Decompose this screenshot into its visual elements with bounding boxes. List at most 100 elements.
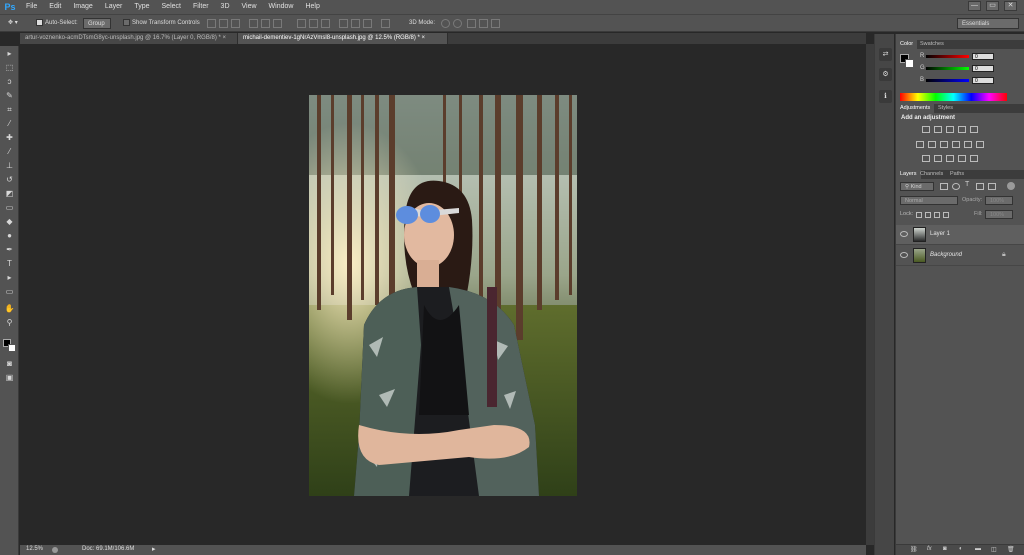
menu-help[interactable]: Help: [299, 0, 325, 14]
move-tool-icon[interactable]: ▸: [4, 49, 15, 59]
lasso-tool-icon[interactable]: ↄ: [4, 77, 15, 87]
black-white-icon[interactable]: [940, 141, 948, 148]
layer-filter-kind-dropdown[interactable]: ⚲ Kind: [900, 182, 934, 191]
screen-mode-icon[interactable]: ▣: [4, 373, 15, 383]
exposure-icon[interactable]: [958, 126, 966, 133]
green-slider[interactable]: [926, 67, 969, 70]
invert-icon[interactable]: [922, 155, 930, 162]
quick-select-tool-icon[interactable]: ✎: [4, 91, 15, 101]
filter-adjustment-icon[interactable]: [952, 183, 960, 190]
status-menu-arrow-icon[interactable]: ▸: [152, 545, 156, 553]
tab-color[interactable]: Color: [896, 40, 918, 49]
type-tool-icon[interactable]: T: [4, 259, 15, 269]
3d-scale-icon[interactable]: [491, 19, 500, 28]
layer-name[interactable]: Background: [930, 252, 962, 258]
move-tool-preset-icon[interactable]: ✥ ▾: [8, 18, 30, 29]
align-bottom-icon[interactable]: [231, 19, 240, 28]
tab-close-icon[interactable]: ×: [422, 35, 426, 41]
filter-shape-icon[interactable]: [976, 183, 984, 190]
3d-roll-icon[interactable]: [453, 19, 462, 28]
hand-tool-icon[interactable]: ✋: [4, 304, 15, 314]
path-select-icon[interactable]: ▸: [4, 273, 15, 283]
color-spectrum-ramp[interactable]: [900, 93, 1007, 101]
menu-3d[interactable]: 3D: [215, 0, 236, 14]
tab-styles[interactable]: Styles: [934, 104, 957, 113]
threshold-icon[interactable]: [946, 155, 954, 162]
fill-input[interactable]: 100%: [985, 210, 1013, 219]
pen-tool-icon[interactable]: ✒: [4, 245, 15, 255]
channel-mixer-icon[interactable]: [964, 141, 972, 148]
clone-stamp-icon[interactable]: ⊥: [4, 161, 15, 171]
filter-toggle-icon[interactable]: [1007, 182, 1015, 190]
auto-align-icon[interactable]: [381, 19, 390, 28]
history-brush-icon[interactable]: ↺: [4, 175, 15, 185]
vibrance-icon[interactable]: [916, 141, 924, 148]
distribute-bottom-icon[interactable]: [321, 19, 330, 28]
marquee-tool-icon[interactable]: ⬚: [4, 63, 15, 73]
healing-brush-icon[interactable]: ✚: [4, 133, 15, 143]
align-right-icon[interactable]: [273, 19, 282, 28]
menu-select[interactable]: Select: [156, 0, 187, 14]
selective-color-icon[interactable]: [958, 155, 966, 162]
opacity-input[interactable]: 100%: [985, 196, 1013, 205]
tab-swatches[interactable]: Swatches: [916, 40, 948, 49]
distribute-top-icon[interactable]: [297, 19, 306, 28]
tab-channels[interactable]: Channels: [916, 170, 947, 179]
red-value-input[interactable]: 0: [972, 53, 994, 60]
crop-tool-icon[interactable]: ⌗: [4, 105, 15, 115]
3d-rotate-icon[interactable]: [441, 19, 450, 28]
auto-select-dropdown[interactable]: Group: [83, 18, 111, 29]
align-top-icon[interactable]: [207, 19, 216, 28]
blue-value-input[interactable]: 0: [972, 77, 994, 84]
distribute-center-icon[interactable]: [351, 19, 360, 28]
tab-paths[interactable]: Paths: [946, 170, 968, 179]
link-layers-icon[interactable]: ⛓: [910, 546, 918, 553]
distribute-middle-icon[interactable]: [309, 19, 318, 28]
dodge-tool-icon[interactable]: ●: [4, 231, 15, 241]
new-group-icon[interactable]: ▬: [975, 546, 981, 552]
gradient-tool-icon[interactable]: ▭: [4, 203, 15, 213]
green-value-input[interactable]: 0: [972, 65, 994, 72]
layer-row-background[interactable]: Background 🔒︎: [896, 246, 1024, 266]
layer-name[interactable]: Layer 1: [930, 231, 950, 237]
workspace-dropdown[interactable]: Essentials: [957, 18, 1019, 29]
blue-slider[interactable]: [926, 79, 969, 82]
shape-tool-icon[interactable]: ▭: [4, 287, 15, 297]
red-slider[interactable]: [926, 55, 969, 58]
filter-pixel-icon[interactable]: [940, 183, 948, 190]
zoom-level[interactable]: 12.5%: [26, 546, 43, 552]
lock-pixels-icon[interactable]: [925, 212, 931, 218]
delete-layer-icon[interactable]: 🗑︎: [1007, 546, 1015, 553]
hue-saturation-icon[interactable]: [970, 155, 978, 162]
lock-all-icon[interactable]: [943, 212, 949, 218]
tab-adjustments[interactable]: Adjustments: [896, 104, 935, 113]
eraser-tool-icon[interactable]: ◩: [4, 189, 15, 199]
align-left-icon[interactable]: [249, 19, 258, 28]
add-layer-style-icon[interactable]: fx: [927, 546, 932, 552]
gradient-map-icon[interactable]: [970, 126, 978, 133]
new-layer-icon[interactable]: ◫: [991, 546, 997, 553]
align-center-icon[interactable]: [261, 19, 270, 28]
lock-position-icon[interactable]: [934, 212, 940, 218]
curves-icon[interactable]: [946, 126, 954, 133]
menu-edit[interactable]: Edit: [43, 0, 67, 14]
quick-mask-icon[interactable]: ◙: [4, 359, 15, 369]
menu-filter[interactable]: Filter: [187, 0, 215, 14]
status-icon[interactable]: [52, 547, 58, 553]
color-balance-icon[interactable]: [928, 141, 936, 148]
lock-transparent-icon[interactable]: [916, 212, 922, 218]
minimize-button[interactable]: —: [968, 1, 981, 11]
close-button[interactable]: ✕: [1004, 1, 1017, 11]
levels-icon[interactable]: [934, 126, 942, 133]
distribute-left-icon[interactable]: [339, 19, 348, 28]
menu-window[interactable]: Window: [263, 0, 300, 14]
auto-select-checkbox[interactable]: Auto-Select:: [36, 18, 78, 29]
layer-row-layer-1[interactable]: Layer 1: [896, 225, 1024, 245]
document-image[interactable]: [309, 95, 577, 496]
menu-view[interactable]: View: [236, 0, 263, 14]
brush-tool-icon[interactable]: ⁄: [4, 147, 15, 157]
show-transform-checkbox[interactable]: Show Transform Controls: [123, 18, 200, 29]
3d-slide-icon[interactable]: [479, 19, 488, 28]
menu-layer[interactable]: Layer: [99, 0, 129, 14]
blend-mode-dropdown[interactable]: Normal: [900, 196, 958, 205]
